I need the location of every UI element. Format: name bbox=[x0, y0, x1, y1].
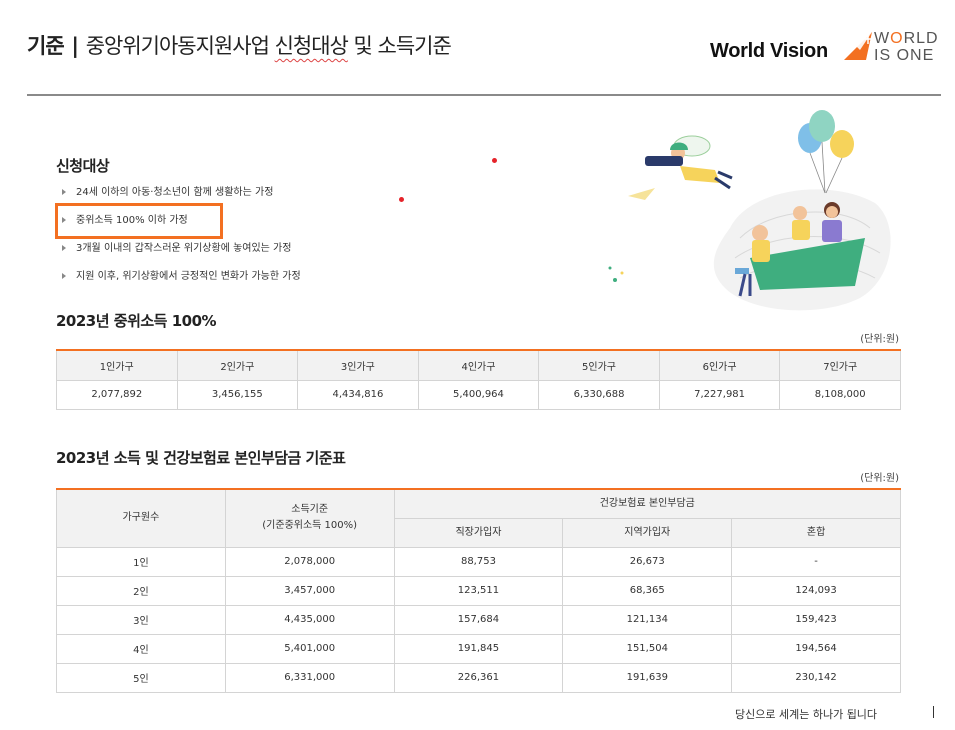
column-header: 3인가구 bbox=[297, 349, 419, 381]
column-header: 7인가구 bbox=[779, 349, 901, 381]
insurance-table: 가구원수 소득기준 (기준중위소득 100%) 건강보험료 본인부담금 직장가입… bbox=[56, 488, 902, 693]
header-divider bbox=[27, 94, 941, 96]
logo-brand: World Vision bbox=[710, 40, 828, 62]
column-header-regional: 지역가입자 bbox=[562, 517, 733, 548]
title-main: 중앙위기아동지원사업 bbox=[85, 34, 270, 58]
table-cell: 159,423 bbox=[731, 604, 901, 635]
page-marker bbox=[933, 706, 934, 718]
table-cell: 1인 bbox=[56, 546, 226, 577]
table-cell: 5인 bbox=[56, 662, 226, 693]
table-cell: 226,361 bbox=[393, 662, 564, 693]
red-dot bbox=[399, 197, 404, 202]
table-cell: 4인 bbox=[56, 633, 226, 664]
table-cell: 7,227,981 bbox=[658, 379, 781, 410]
table-cell: 6,331,000 bbox=[224, 662, 395, 693]
table-cell: 2,078,000 bbox=[224, 546, 395, 577]
table-cell: 5,401,000 bbox=[224, 633, 395, 664]
table-cell: 151,504 bbox=[562, 633, 733, 664]
tagline-rld: RLD bbox=[903, 30, 939, 47]
tagline-w: W bbox=[874, 30, 891, 47]
title-prefix: 기준 bbox=[27, 34, 65, 58]
income-header-line1: 소득기준 bbox=[291, 504, 329, 516]
table-cell: 3,456,155 bbox=[176, 379, 299, 410]
table-row: 3인 4,435,000 157,684 121,134 159,423 bbox=[56, 604, 901, 635]
column-header-mixed: 혼합 bbox=[731, 517, 901, 548]
table-row: 2,077,892 3,456,155 4,434,816 5,400,964 … bbox=[56, 379, 901, 410]
column-header: 5인가구 bbox=[538, 349, 660, 381]
table-cell: 2,077,892 bbox=[56, 379, 178, 410]
median-income-table: 1인가구 2인가구 3인가구 4인가구 5인가구 6인가구 7인가구 2,077… bbox=[56, 349, 901, 410]
column-header: 4인가구 bbox=[417, 349, 540, 381]
table-cell: 194,564 bbox=[731, 633, 901, 664]
insurance-table-unit: (단위:원) bbox=[860, 473, 899, 484]
table-cell: 230,142 bbox=[731, 662, 901, 693]
table-cell: 88,753 bbox=[393, 546, 564, 577]
table-cell: 68,365 bbox=[562, 575, 733, 606]
title-underlined: 신청대상 bbox=[274, 34, 349, 58]
table-cell: 5,400,964 bbox=[417, 379, 540, 410]
table-row: 4인 5,401,000 191,845 151,504 194,564 bbox=[56, 633, 901, 664]
table-header-row: 1인가구 2인가구 3인가구 4인가구 5인가구 6인가구 7인가구 bbox=[56, 349, 901, 381]
column-header: 1인가구 bbox=[56, 349, 178, 381]
median-income-unit: (단위:원) bbox=[860, 334, 899, 345]
list-item: 3개월 이내의 갑작스러운 위기상황에 놓여있는 가정 bbox=[60, 242, 301, 270]
title-suffix: 및 소득기준 bbox=[353, 34, 452, 58]
table-cell: 191,845 bbox=[393, 633, 564, 664]
tagline-line2: IS ONE bbox=[874, 47, 935, 64]
column-header-employee: 직장가입자 bbox=[393, 517, 564, 548]
table-cell: 26,673 bbox=[562, 546, 733, 577]
kids-with-balloons-illustration bbox=[608, 110, 891, 311]
page-title: 기준 | 중앙위기아동지원사업 신청대상 및 소득기준 bbox=[27, 30, 452, 60]
table-cell: 124,093 bbox=[731, 575, 901, 606]
eligibility-title: 신청대상 bbox=[56, 157, 110, 175]
income-header-line2: (기준중위소득 100%) bbox=[262, 520, 358, 532]
table-cell: 6,330,688 bbox=[538, 379, 660, 410]
table-cell: - bbox=[731, 546, 901, 577]
table-cell: 2인 bbox=[56, 575, 226, 606]
tagline-o: O bbox=[890, 30, 904, 47]
column-header-premium-group: 건강보험료 본인부담금 bbox=[393, 488, 902, 519]
title-separator: | bbox=[71, 34, 79, 58]
table-header-row: 가구원수 소득기준 (기준중위소득 100%) 건강보험료 본인부담금 bbox=[56, 488, 902, 548]
table-cell: 191,639 bbox=[562, 662, 733, 693]
table-cell: 4,434,816 bbox=[297, 379, 419, 410]
table-row: 2인 3,457,000 123,511 68,365 124,093 bbox=[56, 575, 901, 606]
list-item: 지원 이후, 위기상황에서 긍정적인 변화가 가능한 가정 bbox=[60, 270, 301, 298]
footer-slogan: 당신으로 세계는 하나가 됩니다 bbox=[735, 708, 878, 721]
insurance-table-title: 2023년 소득 및 건강보험료 본인부담금 기준표 bbox=[56, 449, 346, 467]
table-cell: 3,457,000 bbox=[224, 575, 395, 606]
table-cell: 157,684 bbox=[393, 604, 564, 635]
table-cell: 3인 bbox=[56, 604, 226, 635]
median-income-title: 2023년 중위소득 100% bbox=[56, 312, 217, 330]
column-header: 6인가구 bbox=[658, 349, 781, 381]
column-header-household: 가구원수 bbox=[56, 488, 226, 548]
world-vision-star-icon bbox=[844, 32, 873, 60]
column-header: 2인가구 bbox=[176, 349, 299, 381]
red-dot bbox=[492, 158, 497, 163]
highlight-box bbox=[55, 203, 223, 239]
table-cell: 8,108,000 bbox=[779, 379, 901, 410]
table-cell: 4,435,000 bbox=[224, 604, 395, 635]
column-header-income: 소득기준 (기준중위소득 100%) bbox=[224, 488, 395, 548]
logo-tagline: WORLD IS ONE bbox=[874, 30, 939, 64]
table-row: 1인 2,078,000 88,753 26,673 - bbox=[56, 546, 901, 577]
table-cell: 123,511 bbox=[393, 575, 564, 606]
table-row: 5인 6,331,000 226,361 191,639 230,142 bbox=[56, 662, 901, 693]
table-cell: 121,134 bbox=[562, 604, 733, 635]
